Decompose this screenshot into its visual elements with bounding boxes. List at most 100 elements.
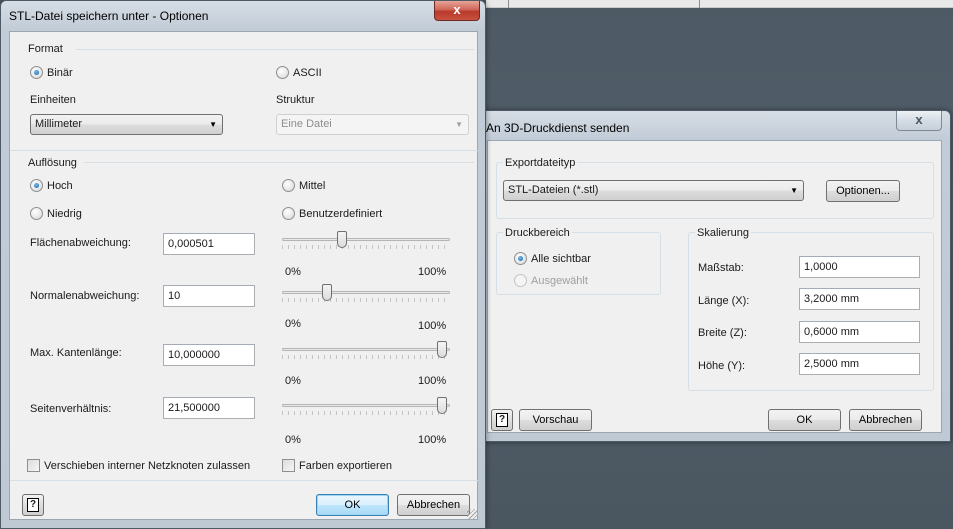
help-icon: ?: [496, 413, 508, 427]
binary-radio[interactable]: Binär: [30, 66, 73, 79]
height-input[interactable]: 2,5000 mm: [799, 353, 920, 375]
all-visible-radio[interactable]: Alle sichtbar: [514, 252, 591, 265]
max-edge-length-label: Max. Kantenlänge:: [30, 347, 122, 359]
chevron-down-icon: ▼: [455, 120, 463, 129]
options-button[interactable]: Optionen...: [826, 180, 900, 202]
slider-ticks: [282, 245, 450, 249]
send-ok-button[interactable]: OK: [768, 409, 841, 431]
preview-button[interactable]: Vorschau: [519, 409, 592, 431]
send-to-3d-print-dialog: An 3D-Druckdienst senden x Exportdateity…: [477, 110, 951, 442]
main-dialog-titlebar[interactable]: STL-Datei speichern unter - Optionen x: [1, 1, 485, 31]
slider-min-label: 0%: [285, 318, 301, 330]
structure-combo: Eine Datei ▼: [276, 114, 469, 135]
help-icon: ?: [27, 498, 39, 512]
scale-label: Maßstab:: [698, 262, 744, 274]
radio-indicator: [30, 207, 43, 220]
max-edge-length-slider[interactable]: [282, 341, 450, 361]
height-label: Höhe (Y):: [698, 360, 746, 372]
slider-max-label: 100%: [418, 434, 447, 446]
selected-radio[interactable]: Ausgewählt: [514, 274, 588, 287]
send-help-button[interactable]: ?: [491, 409, 513, 431]
checkbox-indicator: [27, 459, 40, 472]
aspect-ratio-input[interactable]: 21,500000: [163, 397, 255, 419]
move-internal-nodes-checkbox[interactable]: Verschieben interner Netzknoten zulassen: [27, 459, 250, 472]
main-cancel-button[interactable]: Abbrechen: [397, 494, 470, 516]
ascii-label: ASCII: [293, 66, 322, 79]
slider-thumb[interactable]: [436, 341, 447, 358]
resolution-section-label: Auflösung: [28, 157, 77, 169]
resize-grip[interactable]: [467, 509, 477, 519]
aspect-ratio-slider[interactable]: [282, 397, 450, 417]
units-value: Millimeter: [35, 118, 83, 130]
resolution-separator: [10, 150, 478, 151]
bottom-separator: [10, 480, 478, 481]
slider-max-label: 100%: [418, 320, 447, 332]
main-dialog-client: Format Binär ASCII Einheiten Struktur Mi…: [9, 31, 478, 520]
slider-ticks: [282, 411, 450, 415]
structure-value: Eine Datei: [281, 118, 332, 130]
slider-track: [282, 238, 450, 241]
binary-label: Binär: [47, 66, 73, 79]
send-cancel-button[interactable]: Abbrechen: [849, 409, 922, 431]
radio-indicator: [514, 252, 527, 265]
surface-deviation-slider[interactable]: [282, 231, 450, 251]
export-colors-checkbox[interactable]: Farben exportieren: [282, 459, 392, 472]
scale-input[interactable]: 1,0000: [799, 256, 920, 278]
high-radio[interactable]: Hoch: [30, 179, 73, 192]
resolution-separator-2: [84, 162, 474, 163]
radio-indicator: [30, 66, 43, 79]
slider-ticks: [282, 355, 450, 359]
medium-label: Mittel: [299, 179, 326, 192]
slider-track: [282, 348, 450, 351]
radio-indicator: [282, 179, 295, 192]
normal-deviation-label: Normalenabweichung:: [30, 290, 140, 302]
radio-indicator: [276, 66, 289, 79]
slider-thumb[interactable]: [337, 231, 348, 248]
selected-label: Ausgewählt: [531, 274, 588, 287]
slider-max-label: 100%: [418, 266, 447, 278]
slider-min-label: 0%: [285, 434, 301, 446]
slider-thumb[interactable]: [321, 284, 332, 301]
low-radio[interactable]: Niedrig: [30, 207, 82, 220]
slider-track: [282, 404, 450, 407]
width-input[interactable]: 0,6000 mm: [799, 321, 920, 343]
ascii-radio[interactable]: ASCII: [276, 66, 322, 79]
high-label: Hoch: [47, 179, 73, 192]
radio-indicator: [30, 179, 43, 192]
export-colors-label: Farben exportieren: [299, 459, 392, 472]
send-dialog-titlebar[interactable]: An 3D-Druckdienst senden x: [478, 111, 950, 141]
surface-deviation-input[interactable]: 0,000501: [163, 233, 255, 255]
send-dialog-title: An 3D-Druckdienst senden: [486, 121, 630, 135]
slider-min-label: 0%: [285, 375, 301, 387]
stl-save-options-dialog: STL-Datei speichern unter - Optionen x F…: [0, 0, 486, 529]
length-label: Länge (X):: [698, 295, 750, 307]
slider-track: [282, 291, 450, 294]
custom-radio[interactable]: Benutzerdefiniert: [282, 207, 382, 220]
structure-label: Struktur: [276, 94, 315, 106]
send-dialog-close-button[interactable]: x: [896, 111, 942, 131]
chevron-down-icon: ▼: [209, 120, 217, 129]
length-input[interactable]: 3,2000 mm: [799, 288, 920, 310]
normal-deviation-input[interactable]: 10: [163, 285, 255, 307]
main-dialog-close-button[interactable]: x: [434, 1, 480, 21]
main-help-button[interactable]: ?: [22, 494, 44, 516]
normal-deviation-slider[interactable]: [282, 284, 450, 304]
export-type-value: STL-Dateien (*.stl): [508, 184, 599, 196]
custom-label: Benutzerdefiniert: [299, 207, 383, 220]
units-label: Einheiten: [30, 94, 76, 106]
slider-max-label: 100%: [418, 375, 447, 387]
main-ok-button[interactable]: OK: [316, 494, 389, 516]
units-combo[interactable]: Millimeter ▼: [30, 114, 223, 135]
slider-ticks: [282, 298, 450, 302]
slider-min-label: 0%: [285, 266, 301, 278]
export-type-combo[interactable]: STL-Dateien (*.stl) ▼: [503, 180, 804, 201]
format-section-label: Format: [28, 43, 63, 55]
send-dialog-client: Exportdateityp STL-Dateien (*.stl) ▼ Opt…: [487, 140, 942, 433]
max-edge-length-input[interactable]: 10,000000: [163, 344, 255, 366]
scaling-group-label: Skalierung: [695, 227, 751, 239]
checkbox-indicator: [282, 459, 295, 472]
format-separator: [76, 49, 474, 50]
print-area-group-label: Druckbereich: [503, 227, 572, 239]
medium-radio[interactable]: Mittel: [282, 179, 325, 192]
slider-thumb[interactable]: [436, 397, 447, 414]
